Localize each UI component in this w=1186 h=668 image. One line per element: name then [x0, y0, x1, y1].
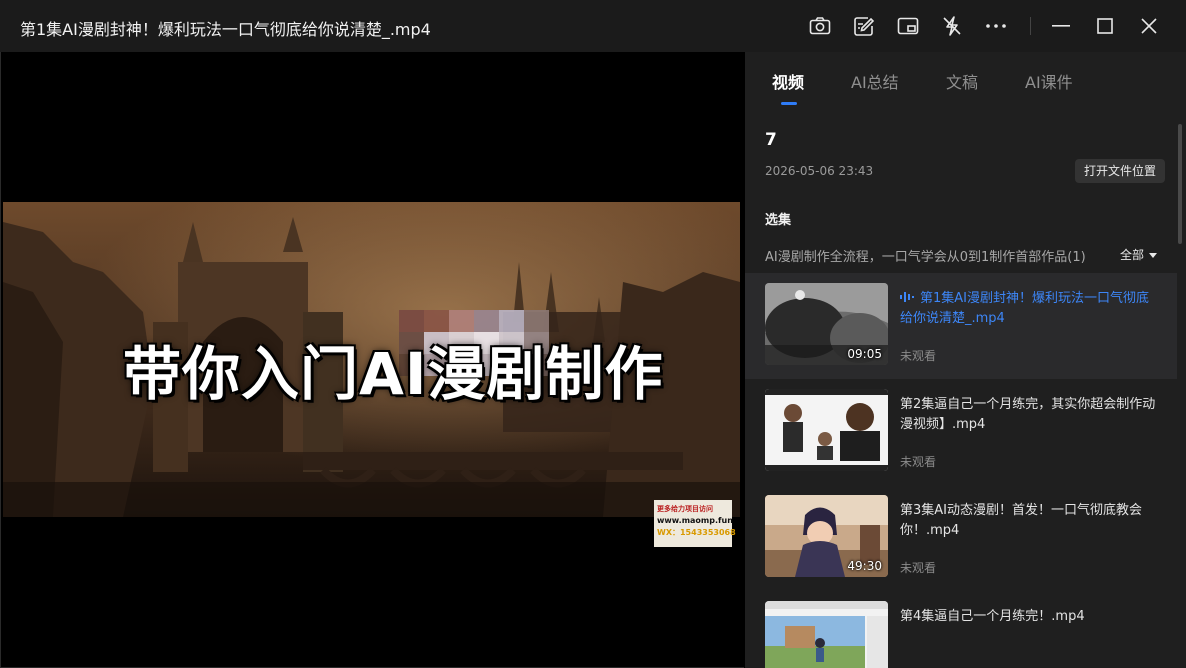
episode-filter-dropdown[interactable]: 全部	[1120, 246, 1158, 263]
episode-filter-label: 全部	[1120, 248, 1145, 262]
tab-video[interactable]: 视频	[772, 69, 804, 93]
panel-scrollbar[interactable]	[1178, 124, 1182, 244]
tab-transcript[interactable]: 文稿	[946, 69, 978, 93]
now-playing-icon	[900, 292, 914, 302]
camera-icon[interactable]	[808, 14, 832, 38]
more-icon[interactable]	[984, 14, 1008, 38]
playlist-name: AI漫剧制作全流程，一口气学会从0到1制作首部作品(1)	[765, 250, 1086, 265]
edit-note-icon[interactable]	[852, 14, 876, 38]
episode-title: 第4集逼自己一个月练完！.mp4	[900, 609, 1085, 624]
minimize-icon[interactable]	[1049, 14, 1073, 38]
window-title: 第1集AI漫剧封神！爆利玩法一口气彻底给你说清楚_.mp4	[20, 20, 431, 39]
episode-status: 未观看	[900, 349, 937, 363]
episode-list: 09:05 第1集AI漫剧封神！爆利玩法一口气彻底给你说清楚_.mp4 未观看	[745, 273, 1177, 668]
maximize-icon[interactable]	[1093, 14, 1117, 38]
episode-title: 第1集AI漫剧封神！爆利玩法一口气彻底给你说清楚_.mp4	[900, 289, 1160, 329]
video-info-title: 7	[765, 130, 777, 150]
episode-item[interactable]: 09:05 第1集AI漫剧封神！爆利玩法一口气彻底给你说清楚_.mp4 未观看	[745, 273, 1177, 379]
episode-item[interactable]: 第2集逼自己一个月练完，其实你超会制作动漫视频】.mp4 未观看	[745, 379, 1177, 485]
episode-duration: 49:30	[847, 559, 882, 573]
tab-ai-courseware[interactable]: AI课件	[1025, 69, 1073, 93]
episode-title-text: 第1集AI漫剧封神！爆利玩法一口气彻底给你说清楚_.mp4	[900, 291, 1149, 326]
tab-ai-summary[interactable]: AI总结	[851, 69, 899, 93]
episode-thumbnail	[765, 389, 888, 471]
caret-down-icon	[1149, 253, 1158, 258]
video-player[interactable]: 带你入门AI漫剧制作 更多给力项目访问 www.maomp.fun WX：154…	[0, 52, 744, 668]
panel-tabs: 视频 AI总结 文稿 AI课件	[745, 52, 1186, 112]
episode-thumbnail	[765, 601, 888, 668]
episode-title: 第2集逼自己一个月练完，其实你超会制作动漫视频】.mp4	[900, 397, 1156, 432]
episode-thumbnail: 49:30	[765, 495, 888, 577]
close-icon[interactable]	[1137, 14, 1161, 38]
episode-status: 未观看	[900, 455, 937, 469]
picture-in-picture-icon[interactable]	[896, 14, 920, 38]
side-panel: 视频 AI总结 文稿 AI课件 7 2026-05-06 23:43 打开文件位…	[745, 52, 1186, 668]
title-bar: 第1集AI漫剧封神！爆利玩法一口气彻底给你说清楚_.mp4	[0, 0, 1186, 52]
watermark-line-1: 更多给力项目访问	[657, 505, 713, 513]
episode-item[interactable]: 49:30 第3集AI动态漫剧！首发！一口气彻底教会你！.mp4 未观看	[745, 485, 1177, 591]
episodes-section-label: 选集	[765, 213, 792, 228]
open-file-location-button[interactable]: 打开文件位置	[1075, 159, 1165, 183]
active-tab-indicator	[781, 102, 797, 105]
episode-title: 第3集AI动态漫剧！首发！一口气彻底教会你！.mp4	[900, 503, 1142, 538]
video-info-date: 2026-05-06 23:43	[765, 164, 874, 178]
watermark-line-2: www.maomp.fun	[657, 516, 733, 525]
watermark-line-3: WX：1543353068	[657, 528, 736, 537]
toolbar-divider	[1030, 17, 1031, 35]
video-subtitle-caption: 带你入门AI漫剧制作	[123, 340, 664, 408]
episode-status: 未观看	[900, 561, 937, 575]
no-flash-icon[interactable]	[940, 14, 964, 38]
episode-duration: 09:05	[847, 347, 882, 361]
watermark: 更多给力项目访问 www.maomp.fun WX：1543353068	[654, 500, 736, 547]
episode-item[interactable]: 第4集逼自己一个月练完！.mp4	[745, 591, 1177, 668]
episode-thumbnail: 09:05	[765, 283, 888, 365]
